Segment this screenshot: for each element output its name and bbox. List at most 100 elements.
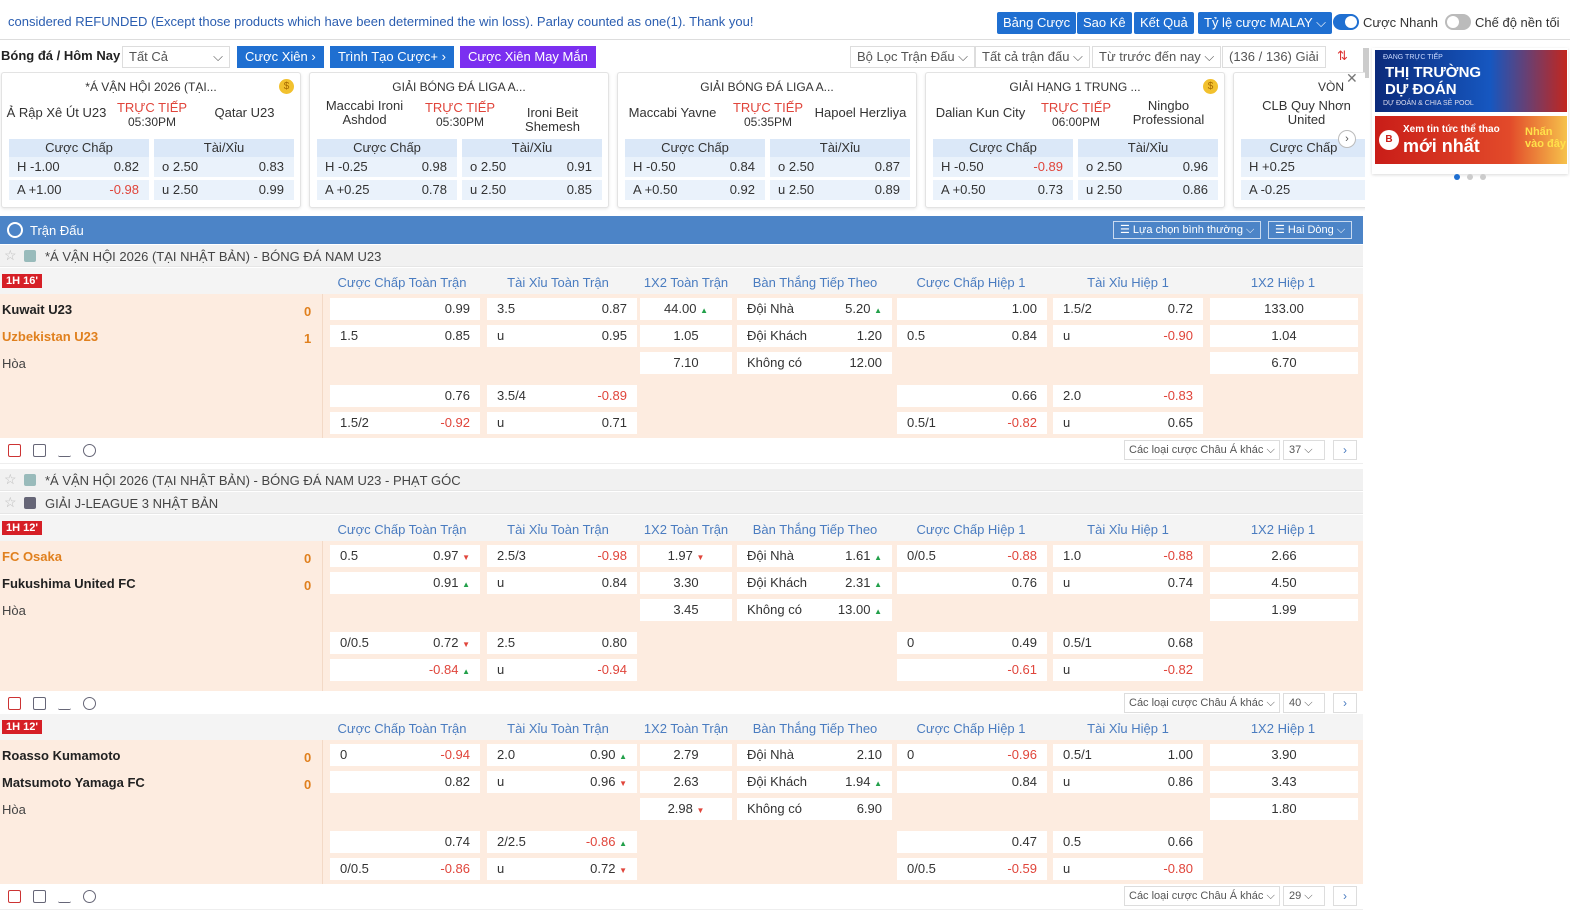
refresh-icon[interactable] (83, 697, 96, 710)
quick-bet-toggle[interactable] (1333, 14, 1359, 30)
card-odd-cell[interactable]: A +0.50 0.92 (625, 180, 765, 200)
odds-cell[interactable]: 0.76 (897, 572, 1047, 594)
odds-cell[interactable]: u 0.95 (487, 325, 637, 347)
stats-icon[interactable] (58, 444, 71, 457)
odds-cell[interactable]: 1.5 0.85 (330, 325, 480, 347)
odds-cell[interactable]: 0/0.5 -0.88 (897, 545, 1047, 567)
card-odd-cell[interactable]: H -0.50 0.84 (625, 157, 765, 177)
odds-cell[interactable]: u -0.80 (1053, 858, 1203, 880)
home-team[interactable]: Kuwait U23 (2, 302, 72, 317)
odds-cell[interactable]: 7.10 (640, 352, 732, 374)
league-header[interactable]: ☆ GIẢI J-LEAGUE 3 NHẬT BẢN (0, 492, 1363, 514)
odds-cell[interactable]: 0.76 (330, 385, 480, 407)
odds-type-select[interactable]: Tỷ lệ cược MALAY ⌵ (1198, 12, 1332, 34)
bet-count-select[interactable]: 37 ⌵ (1283, 440, 1325, 460)
bang-cuoc-button[interactable]: Bảng Cược (997, 12, 1077, 34)
odds-cell[interactable]: 0 -0.94 (330, 744, 480, 766)
star-icon[interactable]: ☆ (4, 471, 17, 488)
card-odd-cell[interactable]: A +0.50 0.73 (933, 180, 1073, 200)
odds-cell[interactable]: -0.61 (897, 659, 1047, 681)
live-card[interactable]: GIẢI HẠNG 1 TRUNG ... $ Dalian Kun City … (925, 72, 1225, 208)
odds-cell[interactable]: 1.04 (1210, 325, 1358, 347)
live-card[interactable]: GIẢI BÓNG ĐÁ LIGA A... Maccabi Ironi Ash… (309, 72, 609, 208)
odds-cell[interactable]: 0.82 (330, 771, 480, 793)
stats-icon[interactable] (58, 697, 71, 710)
match-filter-select[interactable]: Bộ Lọc Trận Đấu ⌵ (850, 46, 976, 68)
live-card[interactable]: *Á VẬN HỘI 2026 (TẠI... $ Ả Rập Xê Út U2… (1, 72, 301, 208)
category-select[interactable]: Tất Cả ⌵ (122, 46, 230, 68)
all-matches-select[interactable]: Tất cả trận đấu ⌵ (975, 46, 1090, 68)
list-icon[interactable] (33, 890, 46, 903)
line-mode-select[interactable]: ☰ Hai Dòng ⌵ (1268, 221, 1353, 239)
odds-cell[interactable]: 0.5 0.66 (1053, 831, 1203, 853)
odds-cell[interactable]: 0.91 ▲ (330, 572, 480, 594)
odds-cell[interactable]: u -0.94 (487, 659, 637, 681)
odds-cell[interactable]: 2.66 (1210, 545, 1358, 567)
more-asian-bets-select[interactable]: Các loại cược Châu Á khác ⌵ (1124, 886, 1280, 906)
card-odd-cell[interactable]: o 2.50 0.83 (154, 157, 294, 177)
odds-cell[interactable]: u 0.86 (1053, 771, 1203, 793)
odds-cell[interactable]: Không có 12.00 (737, 352, 892, 374)
prediction-market-banner[interactable]: ĐANG TRỰC TIẾP THỊ TRƯỜNG DỰ ĐOÁN DỰ ĐOÁ… (1375, 50, 1567, 112)
odds-cell[interactable]: 0.5/1 1.00 (1053, 744, 1203, 766)
bet-count-select[interactable]: 40 ⌵ (1283, 693, 1325, 713)
odds-cell[interactable]: u 0.96 ▼ (487, 771, 637, 793)
odds-cell[interactable]: 0.47 (897, 831, 1047, 853)
star-icon[interactable]: ☆ (4, 247, 17, 264)
dark-mode-toggle[interactable] (1445, 14, 1471, 30)
odds-cell[interactable]: u -0.82 (1053, 659, 1203, 681)
view-mode-select[interactable]: ☰ Lựa chọn bình thường ⌵ (1113, 221, 1262, 239)
field-icon[interactable] (8, 444, 21, 457)
odds-cell[interactable]: 2.98 ▼ (640, 798, 732, 820)
card-odd-cell[interactable]: H -1.00 0.82 (9, 157, 149, 177)
card-odd-cell[interactable]: o 2.50 0.87 (770, 157, 910, 177)
promo-banner[interactable]: ĐANG TRỰC TIẾP THỊ TRƯỜNG DỰ ĐOÁN DỰ ĐOÁ… (1372, 48, 1568, 174)
card-odd-cell[interactable]: A -0.25 (1241, 180, 1365, 200)
odds-cell[interactable]: 4.50 (1210, 572, 1358, 594)
odds-cell[interactable]: u 0.65 (1053, 412, 1203, 434)
odds-cell[interactable]: 2.79 (640, 744, 732, 766)
more-asian-bets-select[interactable]: Các loại cược Châu Á khác ⌵ (1124, 693, 1280, 713)
odds-cell[interactable]: 3.5/4 -0.89 (487, 385, 637, 407)
odds-cell[interactable]: 3.43 (1210, 771, 1358, 793)
card-odd-cell[interactable]: u 2.50 0.89 (770, 180, 910, 200)
odds-cell[interactable]: 3.30 (640, 572, 732, 594)
league-header[interactable]: ☆ *Á VẬN HỘI 2026 (TẠI NHẬT BẢN) - BÓNG … (0, 245, 1363, 267)
card-odd-cell[interactable]: A +0.25 0.78 (317, 180, 457, 200)
odds-cell[interactable]: Đội Nhà 1.61 ▲ (737, 545, 892, 567)
odds-cell[interactable]: 1.00 (897, 298, 1047, 320)
live-card[interactable]: GIẢI BÓNG ĐÁ LIGA A... Maccabi Yavne TRỰ… (617, 72, 917, 208)
odds-cell[interactable]: 0 0.49 (897, 632, 1047, 654)
odds-cell[interactable]: Đội Nhà 5.20 ▲ (737, 298, 892, 320)
bet-builder-button[interactable]: Trình Tạo Cược+ › (330, 46, 454, 68)
chevron-right-icon[interactable]: › (1333, 886, 1357, 906)
card-odd-cell[interactable]: u 2.50 0.99 (154, 180, 294, 200)
card-odd-cell[interactable]: o 2.50 0.91 (462, 157, 602, 177)
carousel-dots[interactable] (1454, 168, 1493, 183)
list-icon[interactable] (33, 444, 46, 457)
odds-cell[interactable]: 2.5/3 -0.98 (487, 545, 637, 567)
league-header[interactable]: ☆ *Á VẬN HỘI 2026 (TẠI NHẬT BẢN) - BÓNG Đ… (0, 469, 1363, 491)
odds-cell[interactable]: 1.5/2 -0.92 (330, 412, 480, 434)
away-team[interactable]: Fukushima United FC (2, 576, 136, 591)
refresh-icon[interactable] (83, 890, 96, 903)
list-icon[interactable] (33, 697, 46, 710)
chevron-right-icon[interactable]: › (1338, 130, 1356, 148)
odds-cell[interactable]: 2.0 0.90 ▲ (487, 744, 637, 766)
odds-cell[interactable]: Không có 13.00 ▲ (737, 599, 892, 621)
close-icon[interactable]: ✕ (1346, 70, 1358, 87)
odds-cell[interactable]: 1.05 (640, 325, 732, 347)
odds-cell[interactable]: Đội Nhà 2.10 (737, 744, 892, 766)
card-odd-cell[interactable]: A +1.00 -0.98 (9, 180, 149, 200)
odds-cell[interactable]: 0.66 (897, 385, 1047, 407)
odds-cell[interactable]: 3.5 0.87 (487, 298, 637, 320)
odds-cell[interactable]: 0.74 (330, 831, 480, 853)
odds-cell[interactable]: 1.80 (1210, 798, 1358, 820)
odds-cell[interactable]: 1.5/2 0.72 (1053, 298, 1203, 320)
odds-cell[interactable]: 2.63 (640, 771, 732, 793)
home-team[interactable]: FC Osaka (2, 549, 62, 564)
away-team[interactable]: Uzbekistan U23 (2, 329, 98, 344)
card-odd-cell[interactable]: u 2.50 0.85 (462, 180, 602, 200)
odds-cell[interactable]: u 0.74 (1053, 572, 1203, 594)
field-icon[interactable] (8, 697, 21, 710)
